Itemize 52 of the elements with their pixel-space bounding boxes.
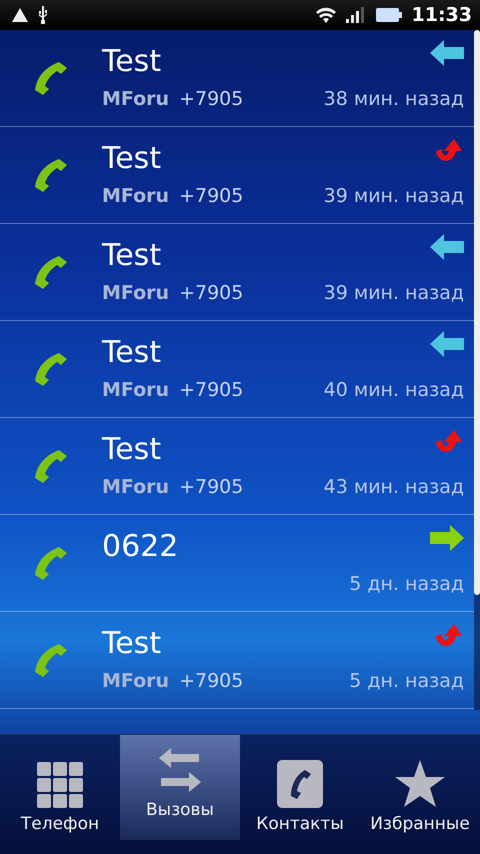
left-arrow-icon (430, 234, 464, 260)
contact-name: Test (102, 141, 162, 176)
call-log-row[interactable]: 0622 5 дн. назад (0, 515, 474, 612)
phone-number: +7905 (179, 379, 244, 401)
scrollbar-thumb[interactable] (474, 30, 480, 595)
call-log-row[interactable]: Test MForu +7905 40 мин. назад (0, 321, 474, 418)
account-label: MForu (102, 379, 170, 401)
contact-name: Test (102, 335, 162, 370)
account-label: MForu (102, 476, 170, 498)
account-label: MForu (102, 670, 170, 692)
usb-icon (38, 6, 48, 24)
call-time: 39 мин. назад (324, 282, 464, 304)
call-time: 40 мин. назад (324, 379, 464, 401)
tab[interactable]: Избранные (360, 735, 480, 854)
phone-number: +7905 (179, 185, 244, 207)
account-label: MForu (102, 185, 170, 207)
warning-icon (12, 8, 28, 22)
contact-name: Test (102, 432, 162, 467)
tab[interactable]: Телефон (0, 735, 120, 854)
left-arrow-icon (430, 331, 464, 357)
signal-icon (346, 7, 366, 23)
phone-number: +7905 (179, 670, 244, 692)
clock-time: 11:33 (412, 4, 472, 26)
call-log-row[interactable]: Test MForu +7905 38 мин. назад (0, 30, 474, 127)
call-time: 43 мин. назад (324, 476, 464, 498)
call-time: 38 мин. назад (324, 88, 464, 110)
contact-name: Test (102, 44, 162, 79)
left-arrow-icon (430, 40, 464, 66)
phone-number: +7905 (179, 88, 244, 110)
call-time: 5 дн. назад (349, 573, 464, 595)
account-label: MForu (102, 282, 170, 304)
call-time: 5 дн. назад (349, 670, 464, 692)
call-time: 39 мин. назад (324, 185, 464, 207)
account-label: MForu (102, 88, 170, 110)
wifi-icon (316, 7, 336, 23)
right-arrow-icon (430, 525, 464, 551)
battery-icon (376, 8, 402, 22)
contact-name: Test (102, 626, 162, 661)
contacts-book-icon (277, 760, 323, 808)
phone-number: +7905 (179, 282, 244, 304)
swap-arrows-icon (159, 748, 201, 794)
call-log-row[interactable]: Test MForu +7905 39 мин. назад (0, 224, 474, 321)
call-log-row[interactable]: Test MForu +7905 43 мин. назад (0, 418, 474, 515)
star-icon (395, 760, 445, 808)
tab[interactable]: Вызовы (120, 735, 240, 840)
tab[interactable]: Контакты (240, 735, 360, 854)
call-log-row[interactable]: Test MForu +7905 39 мин. назад (0, 127, 474, 224)
contact-name: 0622 (102, 529, 178, 564)
call-log-row[interactable]: Test MForu +7905 5 дн. назад (0, 612, 474, 709)
keypad-icon (37, 762, 83, 808)
contact-name: Test (102, 238, 162, 273)
phone-number: +7905 (179, 476, 244, 498)
